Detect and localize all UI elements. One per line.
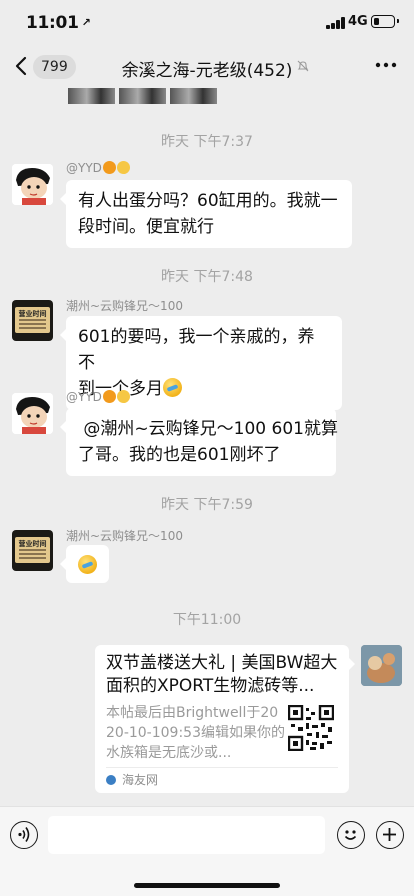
sender-name: @YYD [66,390,130,404]
sender-name: 潮州~云购锋兄～100 [66,299,183,313]
status-time: 11:01 ↗ [26,13,91,33]
qr-code-icon [288,705,334,751]
image-strip[interactable] [68,88,218,104]
emoji-icon[interactable] [337,821,365,849]
source-icon [106,775,116,785]
message-bubble[interactable]: 有人出蛋分吗？60缸用的。我就一 段时间。便宜就行 [60,180,352,248]
sender-name: 潮州~云购锋兄～100 [66,529,183,543]
timestamp: 昨天 下午7:37 [161,134,253,150]
divider [106,767,338,768]
input-bar [0,806,414,896]
shop-sign-avatar[interactable]: 营业时间 [12,300,53,341]
pumpkin-emoji-icon [102,161,116,174]
home-indicator[interactable] [134,883,280,888]
chat-title[interactable]: 余溪之海-元老级(452) [104,56,310,81]
link-description: 本帖最后由Brightwell于2020-10-109:53编辑如果你的水族箱是… [106,705,285,761]
timestamp: 昨天 下午7:48 [161,269,253,285]
battery-icon [371,15,399,28]
cartoon-avatar[interactable] [12,393,53,434]
message-bubble[interactable] [60,545,109,583]
message-text: @潮州~云购锋兄～100 601就算 [78,419,338,439]
message-text: 段时间。便宜就行 [78,217,214,237]
thinking-emoji-icon [116,161,130,174]
message-text: 了哥。我的也是601刚坏了 [78,445,281,465]
sender-name: @YYD [66,161,130,175]
bell-off-icon [297,60,309,72]
location-arrow-icon: ↗ [81,16,91,29]
status-bar: 11:01 ↗ 4G [0,0,414,44]
laughing-emoji-icon [163,378,182,397]
message-bubble[interactable]: @潮州~云购锋兄～100 601就算 了哥。我的也是601刚坏了 [60,408,338,476]
shop-sign-avatar[interactable]: 营业时间 [12,530,53,571]
timestamp: 昨天 下午7:59 [161,497,253,513]
user-avatar[interactable] [361,645,402,686]
message-text: 601的要吗，我一个亲戚的，养不 [78,327,315,373]
thinking-emoji-icon [116,390,130,403]
voice-icon[interactable] [10,821,38,849]
message-text: 有人出蛋分吗？60缸用的。我就一 [78,191,338,211]
signal-icon [326,17,346,29]
ellipsis-icon[interactable] [375,60,397,70]
unread-count-badge[interactable]: 799 [33,55,76,79]
laughing-emoji-icon [78,555,97,574]
plus-icon[interactable] [376,821,404,849]
chevron-left-icon[interactable] [14,56,28,76]
link-card[interactable]: 双节盖楼送大礼 | 美国BW超大面积的XPORT生物滤砖等... 本帖最后由Br… [95,645,355,793]
link-source: 海友网 [122,773,159,787]
message-list[interactable]: 昨天 下午7:37 @YYD 有人出蛋分吗？60缸用的。我就一 段时间。便宜就行… [0,88,414,806]
chat-header: 799 余溪之海-元老级(452) [0,44,414,88]
message-input[interactable] [48,816,325,854]
link-title: 双节盖楼送大礼 | 美国BW超大面积的XPORT生物滤砖等... [106,653,338,696]
timestamp: 下午11:00 [172,612,242,628]
pumpkin-emoji-icon [102,390,116,403]
network-type: 4G [348,14,368,29]
cartoon-avatar[interactable] [12,164,53,205]
